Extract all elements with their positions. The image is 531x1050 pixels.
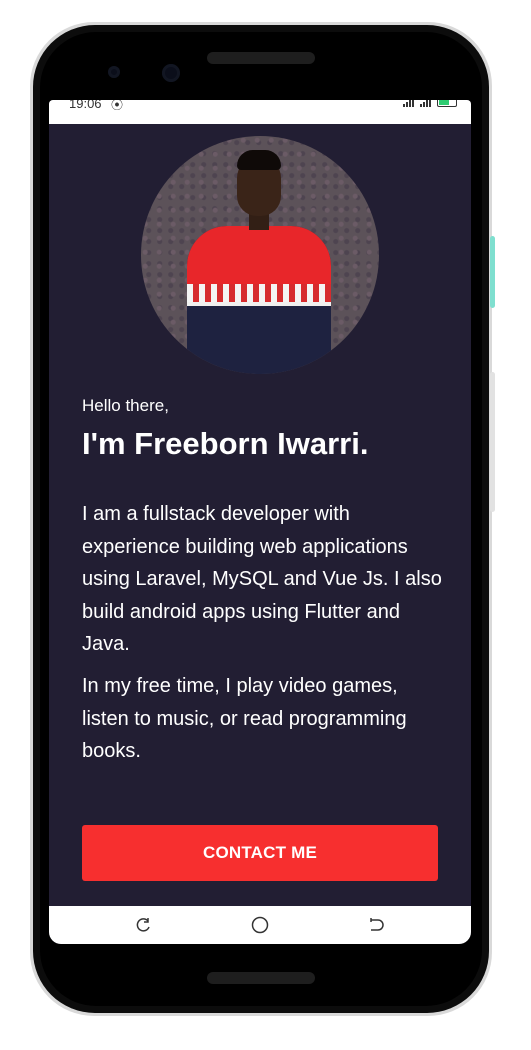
status-bar: 19:06 ⦿ [49, 100, 471, 124]
phone-screen: 19:06 ⦿ Hello there, I'm Freeborn Iwarri… [49, 100, 471, 944]
system-nav-bar [49, 906, 471, 944]
bottom-speaker [207, 972, 315, 984]
bio-paragraph: In my free time, I play video games, lis… [82, 675, 407, 762]
page-title: I'm Freeborn Iwarri. [82, 426, 369, 461]
greeting-text: Hello there, [82, 396, 169, 415]
battery-charging-icon [437, 100, 457, 107]
front-camera-icon [108, 66, 120, 78]
volume-button [490, 372, 495, 512]
contact-me-button[interactable]: CONTACT ME [82, 825, 438, 881]
earpiece-speaker [207, 52, 315, 64]
status-icons [403, 100, 457, 107]
signal-icon [420, 100, 431, 107]
do-not-disturb-icon: ⦿ [111, 100, 124, 112]
avatar-hair [237, 150, 281, 170]
status-time: 19:06 [69, 100, 102, 111]
home-icon[interactable] [251, 916, 269, 934]
recent-apps-icon[interactable] [134, 916, 152, 934]
avatar-sweater-pattern [187, 284, 331, 302]
signal-icon [403, 100, 414, 107]
power-button [490, 236, 495, 308]
front-camera-icon [162, 64, 180, 82]
avatar-sweater-stripe [187, 302, 331, 306]
profile-content: Hello there, I'm Freeborn Iwarri. I am a… [49, 124, 471, 906]
avatar-sweater-red [187, 226, 331, 286]
back-icon[interactable] [367, 916, 385, 934]
bio-paragraph: I am a fullstack developer with experien… [82, 503, 442, 655]
avatar [141, 136, 379, 374]
